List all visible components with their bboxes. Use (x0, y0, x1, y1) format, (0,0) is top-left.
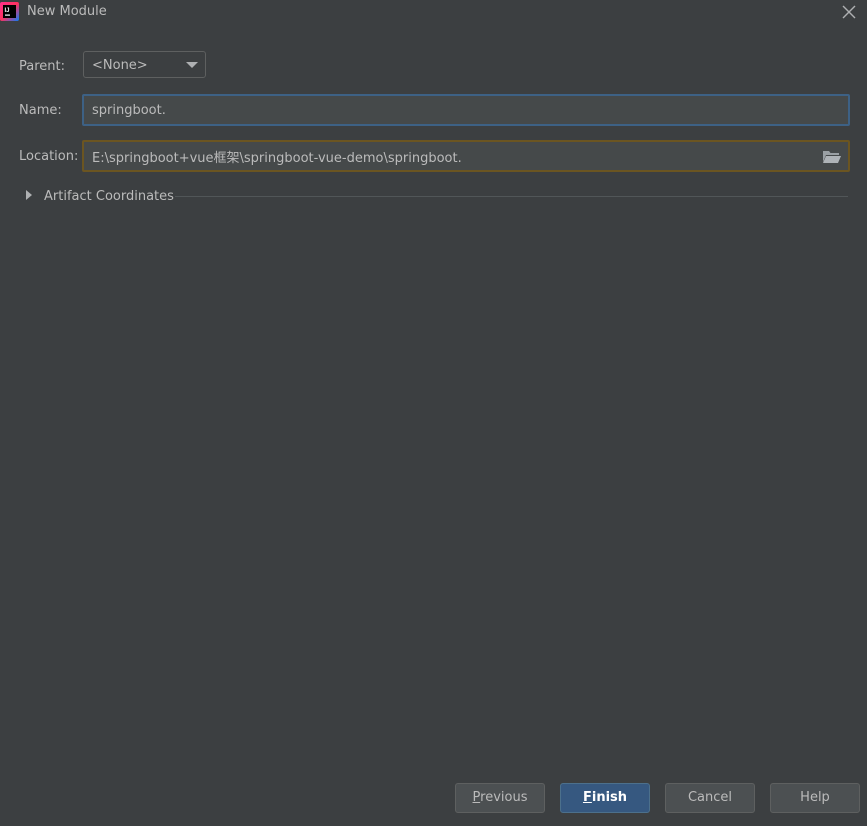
parent-selected-value: <None> (92, 58, 148, 73)
expand-arrow-icon[interactable] (26, 190, 32, 200)
location-label: Location: (19, 149, 79, 164)
new-module-dialog: IJ New Module Parent: <None> Name: Locat… (0, 0, 867, 826)
close-icon[interactable] (840, 3, 858, 21)
section-divider (175, 196, 848, 197)
location-input[interactable] (82, 140, 850, 172)
artifact-coordinates-section: Artifact Coordinates (24, 187, 850, 207)
name-label: Name: (19, 103, 62, 118)
name-input[interactable] (82, 94, 850, 126)
artifact-coordinates-toggle[interactable]: Artifact Coordinates (44, 189, 174, 204)
cancel-button[interactable]: Cancel (665, 783, 755, 813)
window-title: New Module (27, 4, 107, 19)
help-button[interactable]: Help (770, 783, 860, 813)
chevron-down-icon (186, 62, 198, 68)
folder-icon[interactable] (822, 149, 842, 164)
svg-text:IJ: IJ (5, 8, 10, 14)
previous-button[interactable]: Previous (455, 783, 545, 813)
finish-button[interactable]: Finish (560, 783, 650, 813)
title-bar: IJ New Module (0, 0, 867, 26)
intellij-idea-icon: IJ (0, 2, 19, 21)
parent-label: Parent: (19, 59, 65, 74)
parent-dropdown[interactable]: <None> (83, 51, 206, 78)
